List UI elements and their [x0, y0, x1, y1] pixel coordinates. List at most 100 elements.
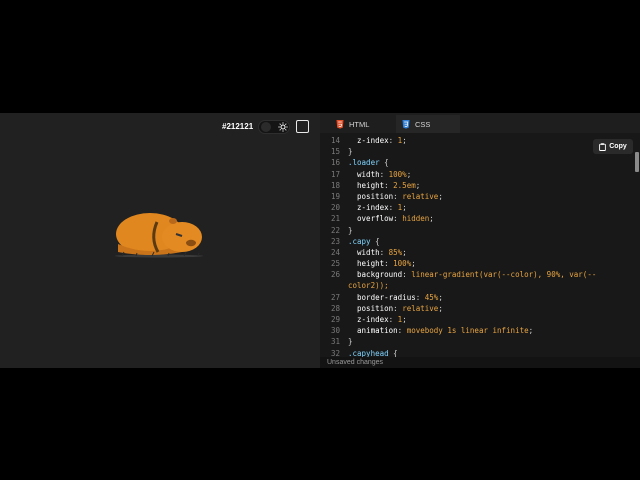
- code-line: 31}: [320, 336, 632, 347]
- copy-label: Copy: [609, 143, 627, 150]
- code-text: .capyhead {: [348, 348, 398, 357]
- code-line: 21 overflow: hidden;: [320, 213, 632, 224]
- copy-button[interactable]: Copy: [593, 139, 633, 154]
- code-token: ;: [402, 247, 407, 257]
- line-number: 24: [330, 247, 340, 257]
- code-token: z-index: [348, 203, 389, 213]
- code-token: height: [348, 180, 385, 190]
- line-number: 23: [330, 236, 340, 246]
- playground-app: #212121 HTML CSS 14 z-index: 1; 15} 16 …: [0, 113, 640, 368]
- line-number: 26: [330, 270, 340, 280]
- code-text: overflow: hidden;: [348, 213, 434, 224]
- code-token: width: [348, 247, 380, 257]
- code-token: linear-gradient(var(--color), 90%, var(-…: [411, 270, 597, 280]
- code-line: 20 z-index: 1;: [320, 202, 632, 213]
- code-text: z-index: 1;: [348, 202, 407, 213]
- line-number: 16: [330, 158, 340, 168]
- code-line: 24 width: 85%;: [320, 247, 632, 258]
- code-token: relative: [402, 303, 439, 313]
- line-number: 27: [330, 292, 340, 302]
- code-token: :: [379, 247, 389, 257]
- ground-shadow: [115, 254, 203, 258]
- line-number: 29: [330, 315, 340, 324]
- tab-css[interactable]: CSS: [396, 115, 460, 133]
- code-area[interactable]: 14 z-index: 1; 15} 16 .loader {17 width: 10…: [320, 135, 632, 357]
- code-token: ;: [411, 259, 416, 269]
- code-token: :: [393, 214, 403, 224]
- code-token: 2.5em: [393, 180, 416, 190]
- code-text: height: 100%;: [348, 258, 416, 269]
- code-text: .loader {: [348, 157, 389, 168]
- code-token: background: [348, 270, 403, 280]
- line-number: 30: [330, 326, 340, 336]
- line-number: 32: [330, 348, 340, 357]
- code-token: height: [348, 259, 385, 269]
- code-token: overflow: [348, 214, 394, 224]
- code-line: 15}: [320, 146, 632, 157]
- code-token: ;: [402, 315, 407, 324]
- code-token: :: [379, 169, 389, 179]
- line-number: 19: [330, 191, 340, 201]
- code-line: 32 .capyhead {: [320, 348, 632, 357]
- code-text: width: 100%;: [348, 169, 411, 180]
- code-token: :: [384, 180, 394, 190]
- clipboard-icon: [599, 142, 607, 151]
- code-line: 14 z-index: 1;: [320, 135, 632, 146]
- code-token: :: [393, 303, 403, 313]
- code-token: ;: [438, 303, 443, 313]
- capybara-nose: [186, 239, 196, 247]
- code-text: width: 85%;: [348, 247, 407, 258]
- code-token: {: [370, 236, 380, 246]
- code-line: 29 z-index: 1;: [320, 314, 632, 325]
- code-token: z-index: [348, 136, 389, 145]
- code-token: ;: [438, 191, 443, 201]
- code-token: :: [388, 203, 398, 213]
- code-text: .capy {: [348, 236, 380, 247]
- code-token: }: [348, 337, 353, 347]
- code-text: height: 2.5em;: [348, 180, 420, 191]
- preview-pane: #212121: [0, 113, 320, 368]
- code-token: ;: [438, 292, 443, 302]
- code-line: 26 background: linear-gradient(var(--col…: [320, 269, 632, 280]
- css3-icon: [402, 119, 410, 129]
- code-line: 25 height: 100%;: [320, 258, 632, 269]
- code-token: .capy: [348, 236, 371, 246]
- code-token: animation: [348, 326, 398, 336]
- code-editor: HTML CSS 14 z-index: 1; 15} 16 .loader {17 …: [320, 113, 640, 368]
- theme-toggle[interactable]: [258, 120, 290, 134]
- code-text: }: [348, 146, 353, 157]
- code-text: z-index: 1;: [348, 314, 407, 325]
- tab-bar: HTML CSS: [320, 113, 640, 133]
- code-token: position: [348, 191, 394, 201]
- code-line: 17 width: 100%;: [320, 169, 632, 180]
- code-token: border-radius: [348, 292, 416, 302]
- code-token: 45%: [424, 292, 439, 302]
- code-text: position: relative;: [348, 303, 443, 314]
- code-line: 18 height: 2.5em;: [320, 180, 632, 191]
- code-text: }: [348, 225, 353, 236]
- tab-html[interactable]: HTML: [336, 115, 396, 133]
- html5-icon: [336, 119, 344, 129]
- line-number: 14: [330, 136, 340, 145]
- scrollbar-thumb[interactable]: [635, 152, 639, 172]
- code-token: :: [393, 191, 403, 201]
- code-line: 22}: [320, 225, 632, 236]
- code-token: :: [384, 259, 394, 269]
- color-picker-button[interactable]: [296, 120, 309, 133]
- code-line: 19 position: relative;: [320, 191, 632, 202]
- code-text: }: [348, 336, 353, 347]
- code-token: z-index: [348, 315, 389, 324]
- capybara-ear: [169, 218, 177, 224]
- code-token: width: [348, 169, 380, 179]
- tab-html-label: HTML: [349, 119, 370, 129]
- code-line: 28 position: relative;: [320, 303, 632, 314]
- capybara-head: [162, 222, 202, 252]
- capybara-loader-illustration: [115, 213, 203, 258]
- line-number: 25: [330, 259, 340, 269]
- code-token: 100%: [388, 169, 407, 179]
- status-bar: Unsaved changes: [320, 357, 640, 368]
- code-text: animation: movebody 1s linear infinite;: [348, 325, 533, 336]
- code-token: ;: [402, 136, 407, 145]
- background-color-label[interactable]: #212121: [222, 122, 253, 131]
- code-line: 23 .capy {: [320, 236, 632, 247]
